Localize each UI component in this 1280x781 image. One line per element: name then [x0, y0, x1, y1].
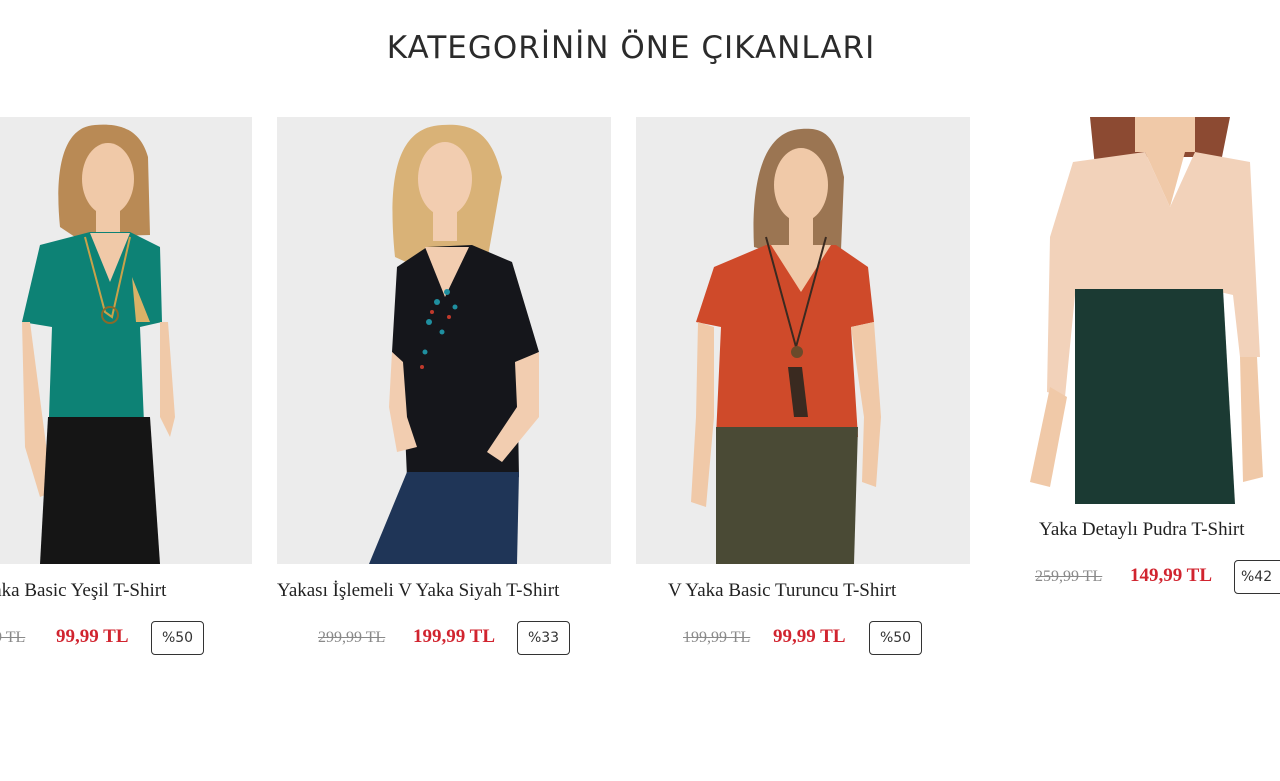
- product-name[interactable]: V Yaka Basic Turuncu T-Shirt: [668, 580, 896, 602]
- model-illustration-black: [277, 117, 611, 564]
- product-image[interactable]: [277, 117, 611, 564]
- sale-price: 149,99 TL: [1130, 565, 1213, 586]
- discount-badge: %33: [517, 621, 570, 655]
- model-illustration-green: [0, 117, 252, 564]
- sale-price: 99,99 TL: [773, 626, 846, 647]
- old-price: 199,99 TL: [0, 629, 26, 646]
- product-name[interactable]: Yaka Detaylı Pudra T-Shirt: [1039, 519, 1244, 541]
- product-carousel-section: KATEGORİNİN ÖNE ÇIKANLARI V Yaka Basic Y…: [0, 0, 1280, 781]
- old-price: 199,99 TL: [683, 629, 751, 646]
- sale-price: 99,99 TL: [56, 626, 129, 647]
- product-name[interactable]: Yakası İşlemeli V Yaka Siyah T-Shirt: [277, 580, 559, 602]
- section-title: KATEGORİNİN ÖNE ÇIKANLARI: [386, 30, 876, 66]
- sale-price: 199,99 TL: [413, 626, 496, 647]
- product-image[interactable]: [636, 117, 970, 564]
- product-image[interactable]: [995, 117, 1280, 504]
- discount-badge: %50: [869, 621, 922, 655]
- old-price: 259,99 TL: [1035, 568, 1103, 585]
- product-name[interactable]: V Yaka Basic Yeşil T-Shirt: [0, 580, 166, 602]
- model-illustration-orange: [636, 117, 970, 564]
- discount-badge: %42: [1234, 560, 1280, 594]
- discount-badge: %50: [151, 621, 204, 655]
- product-image[interactable]: [0, 117, 252, 564]
- old-price: 299,99 TL: [318, 629, 386, 646]
- model-illustration-powder: [995, 117, 1280, 504]
